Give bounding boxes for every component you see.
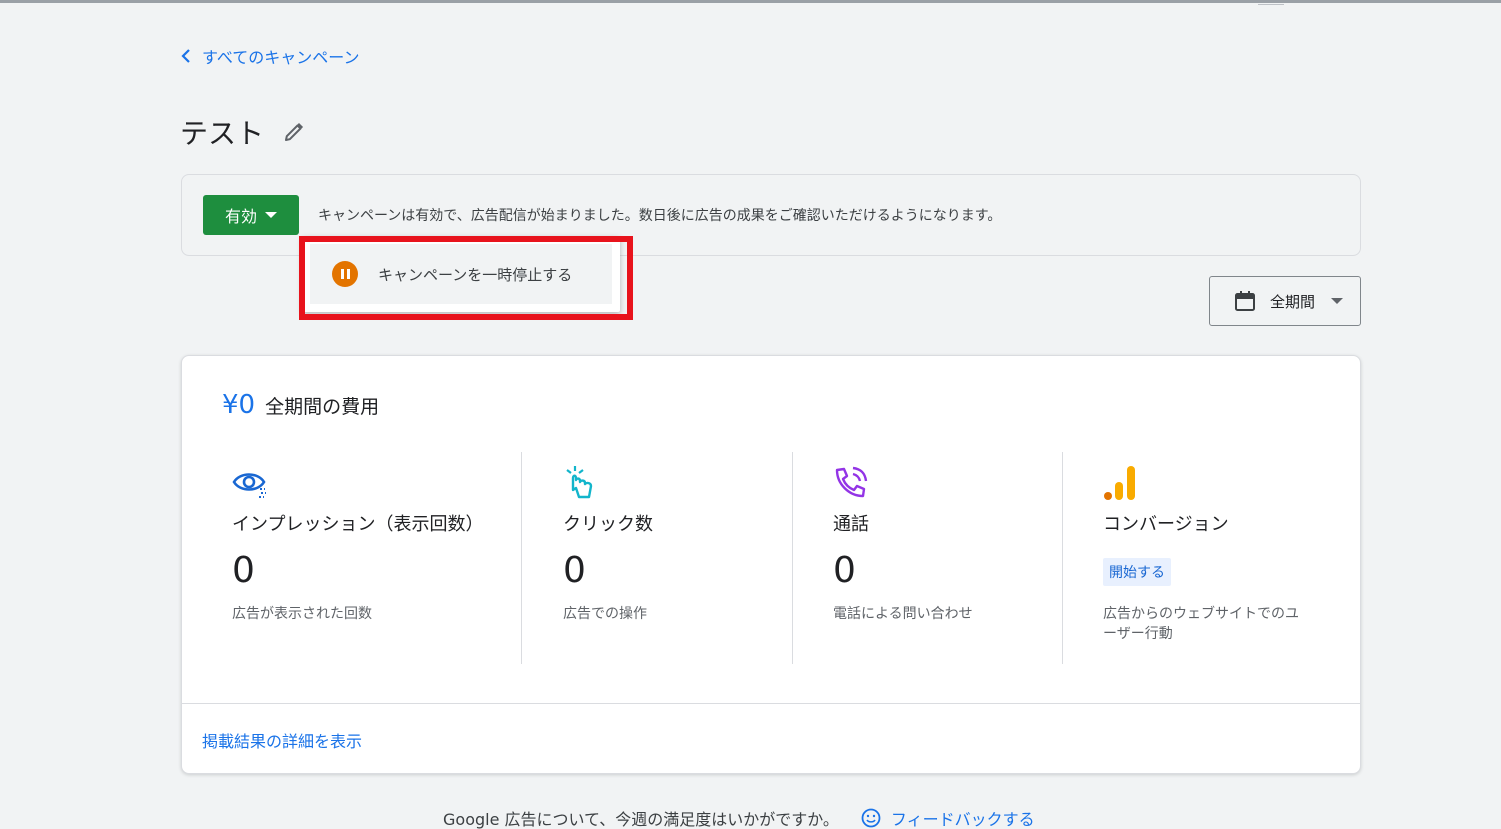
title-row: テスト	[180, 112, 308, 152]
back-link-label: すべてのキャンペーン	[202, 48, 360, 67]
phone-icon	[833, 464, 871, 502]
metric-conversions: コンバージョン 開始する 広告からのウェブサイトでのユーザー行動	[1103, 452, 1373, 664]
status-message: キャンペーンは有効で、広告配信が始まりました。数日後に広告の成果をご確認いただけ…	[318, 208, 1002, 224]
metric-value: 0	[232, 550, 255, 591]
top-tab-stub	[1258, 0, 1284, 5]
caret-down-icon	[265, 212, 277, 218]
date-range-label: 全期間	[1270, 292, 1316, 311]
metric-divider	[521, 452, 522, 664]
metric-divider	[792, 452, 793, 664]
status-dropdown-button[interactable]: 有効	[203, 195, 299, 235]
pause-campaign-label: キャンペーンを一時停止する	[378, 265, 573, 284]
metric-impressions: インプレッション（表示回数） 0 広告が表示された回数	[232, 452, 502, 664]
calendar-icon	[1235, 291, 1255, 311]
date-range-button[interactable]: 全期間	[1209, 276, 1361, 326]
metric-description: 広告での操作	[563, 606, 647, 622]
view-details-link[interactable]: 掲載結果の詳細を表示	[202, 728, 362, 752]
conversion-chart-icon	[1103, 464, 1141, 502]
cost-summary: ¥0 全期間の費用	[222, 390, 379, 420]
status-label: 有効	[224, 207, 257, 226]
metric-value: 0	[833, 550, 856, 591]
metrics-card: ¥0 全期間の費用 インプレッション（表示回数） 0 広告が表示された回数 クリ…	[181, 355, 1361, 774]
pencil-icon	[285, 122, 304, 141]
metric-label: 通話	[833, 514, 869, 535]
chevron-left-icon	[181, 49, 190, 63]
feedback-question: Google 広告について、今週の満足度はいかがですか。	[443, 810, 839, 829]
metric-value: 0	[563, 550, 586, 591]
edit-title-button[interactable]	[280, 118, 308, 146]
cost-label: 全期間の費用	[265, 396, 380, 418]
pause-campaign-menu-item[interactable]: キャンペーンを一時停止する	[310, 244, 612, 304]
pause-icon	[332, 261, 358, 287]
eye-icon	[232, 464, 270, 502]
metric-description: 電話による問い合わせ	[833, 606, 973, 622]
back-to-campaigns-link[interactable]: すべてのキャンペーン	[178, 44, 359, 68]
feedback-button[interactable]: フィードバックする	[861, 806, 1035, 829]
smiley-icon	[861, 808, 881, 828]
metric-description: 広告が表示された回数	[232, 606, 372, 622]
cost-value: ¥0	[222, 390, 256, 420]
metric-label: コンバージョン	[1103, 514, 1229, 535]
click-icon	[563, 464, 601, 502]
start-conversion-tracking-button[interactable]: 開始する	[1103, 558, 1171, 586]
metric-label: クリック数	[563, 514, 653, 535]
feedback-button-label: フィードバックする	[890, 810, 1035, 829]
metric-label: インプレッション（表示回数）	[232, 514, 484, 535]
feedback-row: Google 広告について、今週の満足度はいかがですか。 フィードバックする	[443, 806, 1035, 829]
page-title: テスト	[180, 117, 265, 150]
metric-description: 広告からのウェブサイトでのユーザー行動	[1103, 606, 1299, 642]
metric-divider	[1062, 452, 1063, 664]
status-menu: キャンペーンを一時停止する	[302, 236, 620, 312]
card-divider	[182, 703, 1360, 704]
caret-down-icon	[1331, 298, 1344, 304]
